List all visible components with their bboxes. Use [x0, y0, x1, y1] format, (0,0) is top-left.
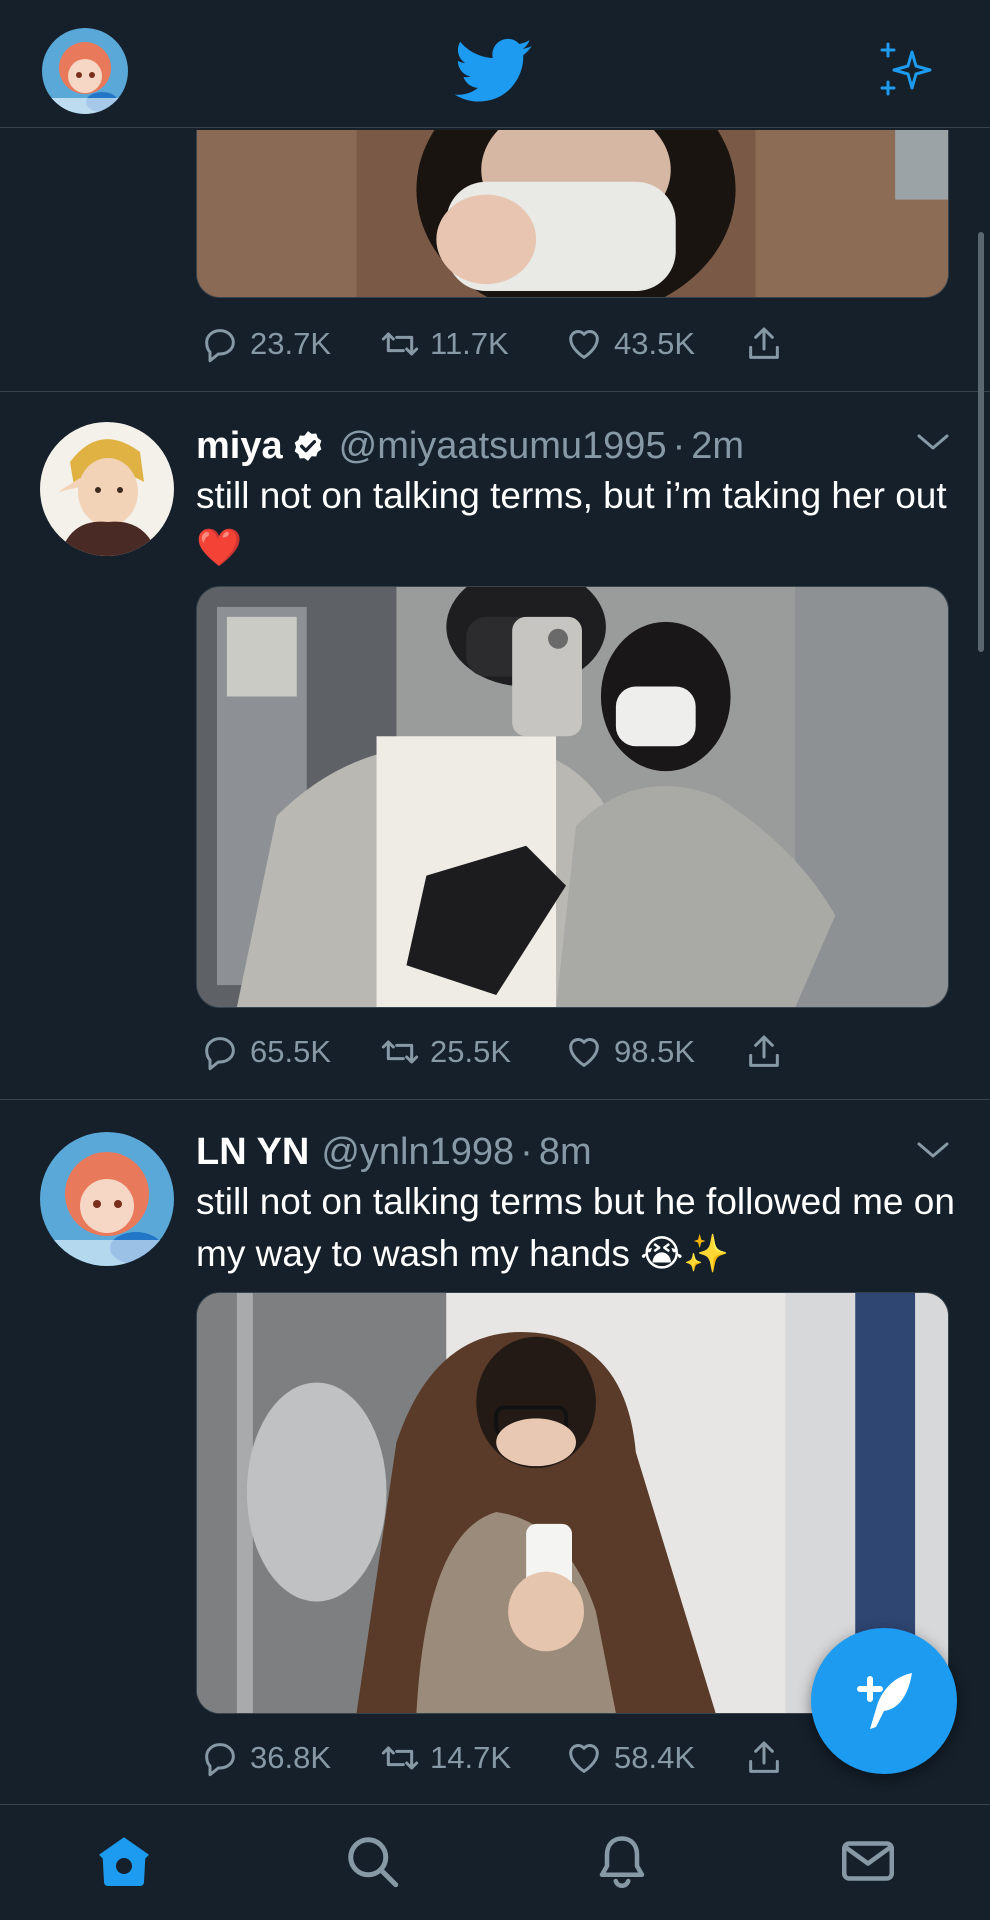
tweet-actions: 65.5K 25.5K 98.5K	[200, 1028, 800, 1076]
share-icon	[749, 1035, 779, 1067]
author-handle[interactable]: @ynln1998	[321, 1131, 514, 1174]
tweet-header: LN YN @ynln1998 · 8m	[196, 1126, 592, 1178]
nav-messages[interactable]	[838, 1831, 898, 1891]
like-count: 58.4K	[614, 1740, 696, 1775]
share-button[interactable]	[744, 1028, 794, 1076]
home-icon	[99, 1837, 149, 1886]
reply-count: 36.8K	[250, 1740, 332, 1775]
top-bar	[0, 0, 990, 128]
tweet-header: miya @miyaatsumu1995 · 2m	[196, 420, 744, 472]
retweet-count: 11.7K	[430, 326, 509, 361]
like-button[interactable]: 58.4K	[564, 1734, 695, 1782]
chevron-down-icon[interactable]	[916, 1140, 950, 1160]
author-handle[interactable]: @miyaatsumu1995	[339, 425, 667, 468]
reply-count: 23.7K	[250, 326, 332, 361]
nav-notifications[interactable]	[592, 1831, 652, 1891]
messages-icon	[842, 1841, 894, 1881]
reply-count: 65.5K	[250, 1034, 332, 1069]
like-count: 43.5K	[614, 326, 696, 361]
retweet-count: 25.5K	[430, 1034, 512, 1069]
compose-tweet-button[interactable]	[811, 1628, 957, 1774]
author-avatar[interactable]	[40, 1132, 174, 1266]
reply-icon	[205, 1037, 235, 1071]
tweet-actions: 36.8K 14.7K 58.4K	[200, 1734, 800, 1782]
author-avatar[interactable]	[40, 422, 174, 556]
share-icon	[749, 327, 779, 359]
nav-search[interactable]	[342, 1831, 402, 1891]
heart-icon	[569, 330, 599, 359]
tweet-media-image[interactable]	[196, 130, 949, 298]
like-button[interactable]: 98.5K	[564, 1028, 695, 1076]
nav-home[interactable]	[94, 1831, 154, 1891]
reply-icon	[205, 329, 235, 363]
retweet-button[interactable]: 11.7K	[380, 320, 509, 368]
retweet-icon	[381, 1040, 419, 1064]
retweet-button[interactable]: 25.5K	[380, 1028, 511, 1076]
tweet-media-image[interactable]	[196, 586, 949, 1008]
reply-button[interactable]: 65.5K	[200, 1028, 331, 1076]
like-button[interactable]: 43.5K	[564, 320, 695, 368]
share-button[interactable]	[744, 1734, 794, 1782]
like-count: 98.5K	[614, 1034, 696, 1069]
bottom-navigation	[0, 1804, 990, 1920]
reply-button[interactable]: 23.7K	[200, 320, 331, 368]
author-name[interactable]: LN YN	[196, 1131, 309, 1174]
retweet-icon	[381, 332, 419, 356]
tweet-time: 2m	[691, 424, 745, 467]
retweet-icon	[381, 1746, 419, 1770]
scrollbar[interactable]	[978, 232, 984, 652]
reply-button[interactable]: 36.8K	[200, 1734, 331, 1782]
reply-icon	[205, 1743, 235, 1777]
search-icon	[348, 1837, 399, 1888]
twitter-bird-icon[interactable]	[455, 38, 533, 104]
compose-tweet-icon	[857, 1673, 912, 1729]
share-button[interactable]	[744, 320, 794, 368]
tweet-text: still not on talking terms but he follow…	[196, 1181, 955, 1274]
profile-avatar[interactable]	[42, 28, 128, 114]
heart-icon	[569, 1038, 599, 1067]
notifications-icon	[599, 1836, 645, 1888]
verified-badge-icon	[294, 431, 321, 461]
tweet[interactable]: 23.7K 11.7K 43.5K	[0, 128, 990, 392]
twitter-app: 23.7K 11.7K 43.5K miya @miyaatsumu1995 ·…	[0, 0, 990, 1920]
separator-dot: ·	[520, 1130, 533, 1173]
tweet-actions: 23.7K 11.7K 43.5K	[200, 320, 800, 368]
share-icon	[749, 1741, 779, 1773]
author-name[interactable]: miya	[196, 425, 283, 468]
heart-icon	[569, 1744, 599, 1773]
chevron-down-icon[interactable]	[916, 432, 950, 452]
tweet-time: 8m	[538, 1130, 592, 1173]
retweet-count: 14.7K	[430, 1740, 512, 1775]
sparkle-icon[interactable]	[876, 40, 938, 102]
tweet[interactable]: miya @miyaatsumu1995 · 2m still not on t…	[0, 392, 990, 1100]
separator-dot: ·	[672, 424, 686, 467]
retweet-button[interactable]: 14.7K	[380, 1734, 511, 1782]
tweet-text: still not on talking terms, but i’m taki…	[196, 475, 947, 568]
